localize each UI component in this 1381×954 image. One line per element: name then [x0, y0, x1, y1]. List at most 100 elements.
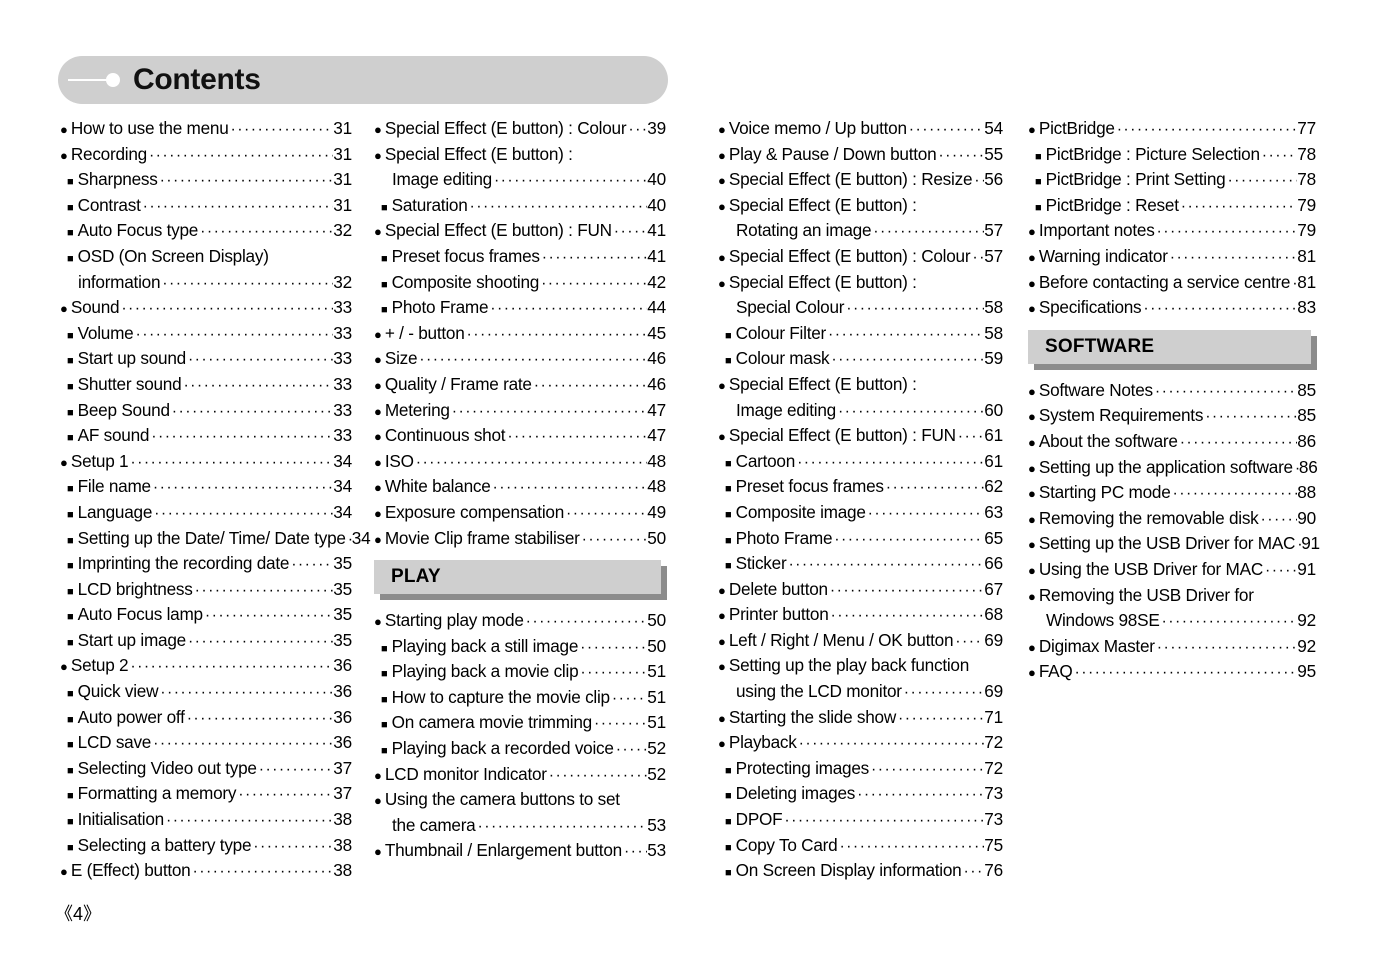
- toc-entry[interactable]: ● Using the camera buttons to set: [374, 787, 666, 813]
- toc-entry[interactable]: ●Delete button··························…: [718, 577, 1003, 603]
- toc-entry[interactable]: ●Special Effect (E button) : Colour·····…: [718, 244, 1003, 270]
- toc-entry[interactable]: ■Composite shooting·····················…: [374, 270, 666, 296]
- toc-entry[interactable]: ●PictBridge·····························…: [1028, 116, 1316, 142]
- toc-entry[interactable]: ■Start up image·························…: [60, 628, 352, 654]
- toc-entry[interactable]: ●Play & Pause / Down button·············…: [718, 142, 1003, 168]
- toc-entry[interactable]: ●Thumbnail / Enlargement button·········…: [374, 838, 666, 864]
- toc-entry[interactable]: ● Special Effect (E button) :: [374, 142, 666, 168]
- toc-entry[interactable]: ■Auto Focus lamp························…: [60, 602, 352, 628]
- toc-entry[interactable]: ●Setup 1································…: [60, 449, 352, 475]
- toc-entry[interactable]: ●Warning indicator······················…: [1028, 244, 1316, 270]
- toc-entry[interactable]: ● Special Effect (E button) :: [718, 372, 1003, 398]
- toc-entry[interactable]: ●Special Effect (E button) : FUN········…: [374, 218, 666, 244]
- toc-entry[interactable]: ■How to capture the movie clip··········…: [374, 685, 666, 711]
- toc-entry[interactable]: ●Software Notes·························…: [1028, 378, 1316, 404]
- toc-entry[interactable]: ■Imprinting the recording date··········…: [60, 551, 352, 577]
- toc-entry[interactable]: ■Protecting images······················…: [718, 756, 1003, 782]
- toc-entry[interactable]: ●Removing the removable disk············…: [1028, 506, 1316, 532]
- toc-entry[interactable]: ■Colour mask····························…: [718, 346, 1003, 372]
- toc-entry[interactable]: ●Metering·······························…: [374, 398, 666, 424]
- toc-entry[interactable]: ●About the software·····················…: [1028, 429, 1316, 455]
- toc-entry[interactable]: ■ Initialisation ·························…: [60, 807, 352, 833]
- toc-entry[interactable]: ●Setup 2································…: [60, 653, 352, 679]
- toc-entry[interactable]: ■DPOF···································…: [718, 807, 1003, 833]
- toc-entry[interactable]: ■Saturation·····························…: [374, 193, 666, 219]
- toc-entry[interactable]: ●Digimax Master·························…: [1028, 634, 1316, 660]
- toc-entry[interactable]: the camera······························…: [374, 813, 666, 839]
- toc-entry[interactable]: ●Voice memo / Up button·················…: [718, 116, 1003, 142]
- toc-entry[interactable]: ■Copy To Card···························…: [718, 833, 1003, 859]
- toc-entry[interactable]: ●Sound··································…: [60, 295, 352, 321]
- toc-entry[interactable]: ●Continuous shot························…: [374, 423, 666, 449]
- toc-entry[interactable]: ● Special Effect (E button) :: [718, 193, 1003, 219]
- toc-entry[interactable]: ■Photo Frame····························…: [718, 526, 1003, 552]
- toc-entry[interactable]: ■Deleting images························…: [718, 781, 1003, 807]
- toc-entry[interactable]: ● Setting up the play back function: [718, 653, 1003, 679]
- toc-entry[interactable]: ■AF sound·······························…: [60, 423, 352, 449]
- toc-entry[interactable]: ■Playing back a still image·············…: [374, 634, 666, 660]
- toc-entry[interactable]: ●System Requirements····················…: [1028, 403, 1316, 429]
- toc-entry[interactable]: ■Playing back a movie clip··············…: [374, 659, 666, 685]
- toc-entry[interactable]: ●Setting up the application software····…: [1028, 455, 1318, 481]
- toc-entry[interactable]: ■Composite image························…: [718, 500, 1003, 526]
- toc-entry[interactable]: Special Colour··························…: [718, 295, 1003, 321]
- toc-entry[interactable]: using the LCD monitor···················…: [718, 679, 1003, 705]
- toc-entry[interactable]: ●Playback·······························…: [718, 730, 1003, 756]
- toc-entry[interactable]: ■Shutter sound··························…: [60, 372, 352, 398]
- toc-entry[interactable]: ●How to use the menu····················…: [60, 116, 352, 142]
- toc-entry[interactable]: ●E (Effect) button······················…: [60, 858, 352, 884]
- toc-entry[interactable]: ● + / - button ···························…: [374, 321, 666, 347]
- toc-entry[interactable]: ■Auto power off·························…: [60, 705, 352, 731]
- toc-entry[interactable]: ■Contrast·······························…: [60, 193, 352, 219]
- toc-entry[interactable]: ●FAQ····································…: [1028, 659, 1316, 685]
- toc-entry[interactable]: ■Volume·································…: [60, 321, 352, 347]
- toc-entry[interactable]: ■Photo Frame····························…: [374, 295, 666, 321]
- toc-entry[interactable]: ●Printer button·························…: [718, 602, 1003, 628]
- toc-entry[interactable]: information·····························…: [60, 270, 352, 296]
- toc-entry[interactable]: ■Preset focus frames····················…: [374, 244, 666, 270]
- toc-entry[interactable]: ■PictBridge : Picture Selection·········…: [1028, 142, 1316, 168]
- toc-entry[interactable]: ■Quick view·····························…: [60, 679, 352, 705]
- toc-entry[interactable]: ■Selecting Video out type···············…: [60, 756, 352, 782]
- toc-entry[interactable]: ■PictBridge : Reset·····················…: [1028, 193, 1316, 219]
- toc-entry[interactable]: ■ OSD (On Screen Display): [60, 244, 352, 270]
- toc-entry[interactable]: ●Important notes························…: [1028, 218, 1316, 244]
- toc-entry[interactable]: Image editing···························…: [374, 167, 666, 193]
- toc-entry[interactable]: ●Left / Right / Menu / OK button········…: [718, 628, 1003, 654]
- toc-entry[interactable]: ■Sharpness······························…: [60, 167, 352, 193]
- toc-entry[interactable]: ●Recording······························…: [60, 142, 352, 168]
- toc-entry[interactable]: ●Starting play mode·····················…: [374, 608, 666, 634]
- toc-entry[interactable]: ●Quality / Frame rate···················…: [374, 372, 666, 398]
- toc-entry[interactable]: ■Playing back a recorded voice··········…: [374, 736, 666, 762]
- toc-entry[interactable]: ■PictBridge : Print Setting·············…: [1028, 167, 1316, 193]
- toc-entry[interactable]: ● Special Effect (E button) :: [718, 270, 1003, 296]
- toc-entry[interactable]: ■Sticker································…: [718, 551, 1003, 577]
- toc-entry[interactable]: ●Specifications·························…: [1028, 295, 1316, 321]
- toc-entry[interactable]: ●ISO····································…: [374, 449, 666, 475]
- toc-entry[interactable]: Windows 98SE····························…: [1028, 608, 1316, 634]
- toc-entry[interactable]: ■Setting up the Date/ Time/ Date type···…: [60, 526, 371, 552]
- toc-entry[interactable]: ■Language·······························…: [60, 500, 352, 526]
- toc-entry[interactable]: ●Special Effect (E button) : Resize·····…: [718, 167, 1003, 193]
- toc-entry[interactable]: ●Size···································…: [374, 346, 666, 372]
- toc-entry[interactable]: ●Using the USB Driver for MAC···········…: [1028, 557, 1316, 583]
- toc-entry[interactable]: ●LCD monitor Indicator··················…: [374, 762, 666, 788]
- toc-entry[interactable]: ■LCD save·······························…: [60, 730, 352, 756]
- toc-entry[interactable]: ●Setting up the USB Driver for MAC······…: [1028, 531, 1320, 557]
- toc-entry[interactable]: ■File name······························…: [60, 474, 352, 500]
- toc-entry[interactable]: ■Colour Filter··························…: [718, 321, 1003, 347]
- toc-entry[interactable]: ■On Screen Display information··········…: [718, 858, 1003, 884]
- toc-entry[interactable]: ■Formatting a memory····················…: [60, 781, 352, 807]
- toc-entry[interactable]: ●Movie Clip frame stabiliser············…: [374, 526, 666, 552]
- toc-entry[interactable]: ●Special Effect (E button) : FUN········…: [718, 423, 1003, 449]
- toc-entry[interactable]: ■Start up sound·························…: [60, 346, 352, 372]
- toc-entry[interactable]: ●Before contacting a service centre·····…: [1028, 270, 1316, 296]
- toc-entry[interactable]: ●Special Effect (E button) : Colour·····…: [374, 116, 666, 142]
- toc-entry[interactable]: ●Exposure compensation··················…: [374, 500, 666, 526]
- toc-entry[interactable]: ■Cartoon································…: [718, 449, 1003, 475]
- toc-entry[interactable]: ■Preset focus frames····················…: [718, 474, 1003, 500]
- toc-entry[interactable]: ●White balance··························…: [374, 474, 666, 500]
- toc-entry[interactable]: ● Removing the USB Driver for: [1028, 583, 1316, 609]
- toc-entry[interactable]: Rotating an image·······················…: [718, 218, 1003, 244]
- toc-entry[interactable]: Image editing···························…: [718, 398, 1003, 424]
